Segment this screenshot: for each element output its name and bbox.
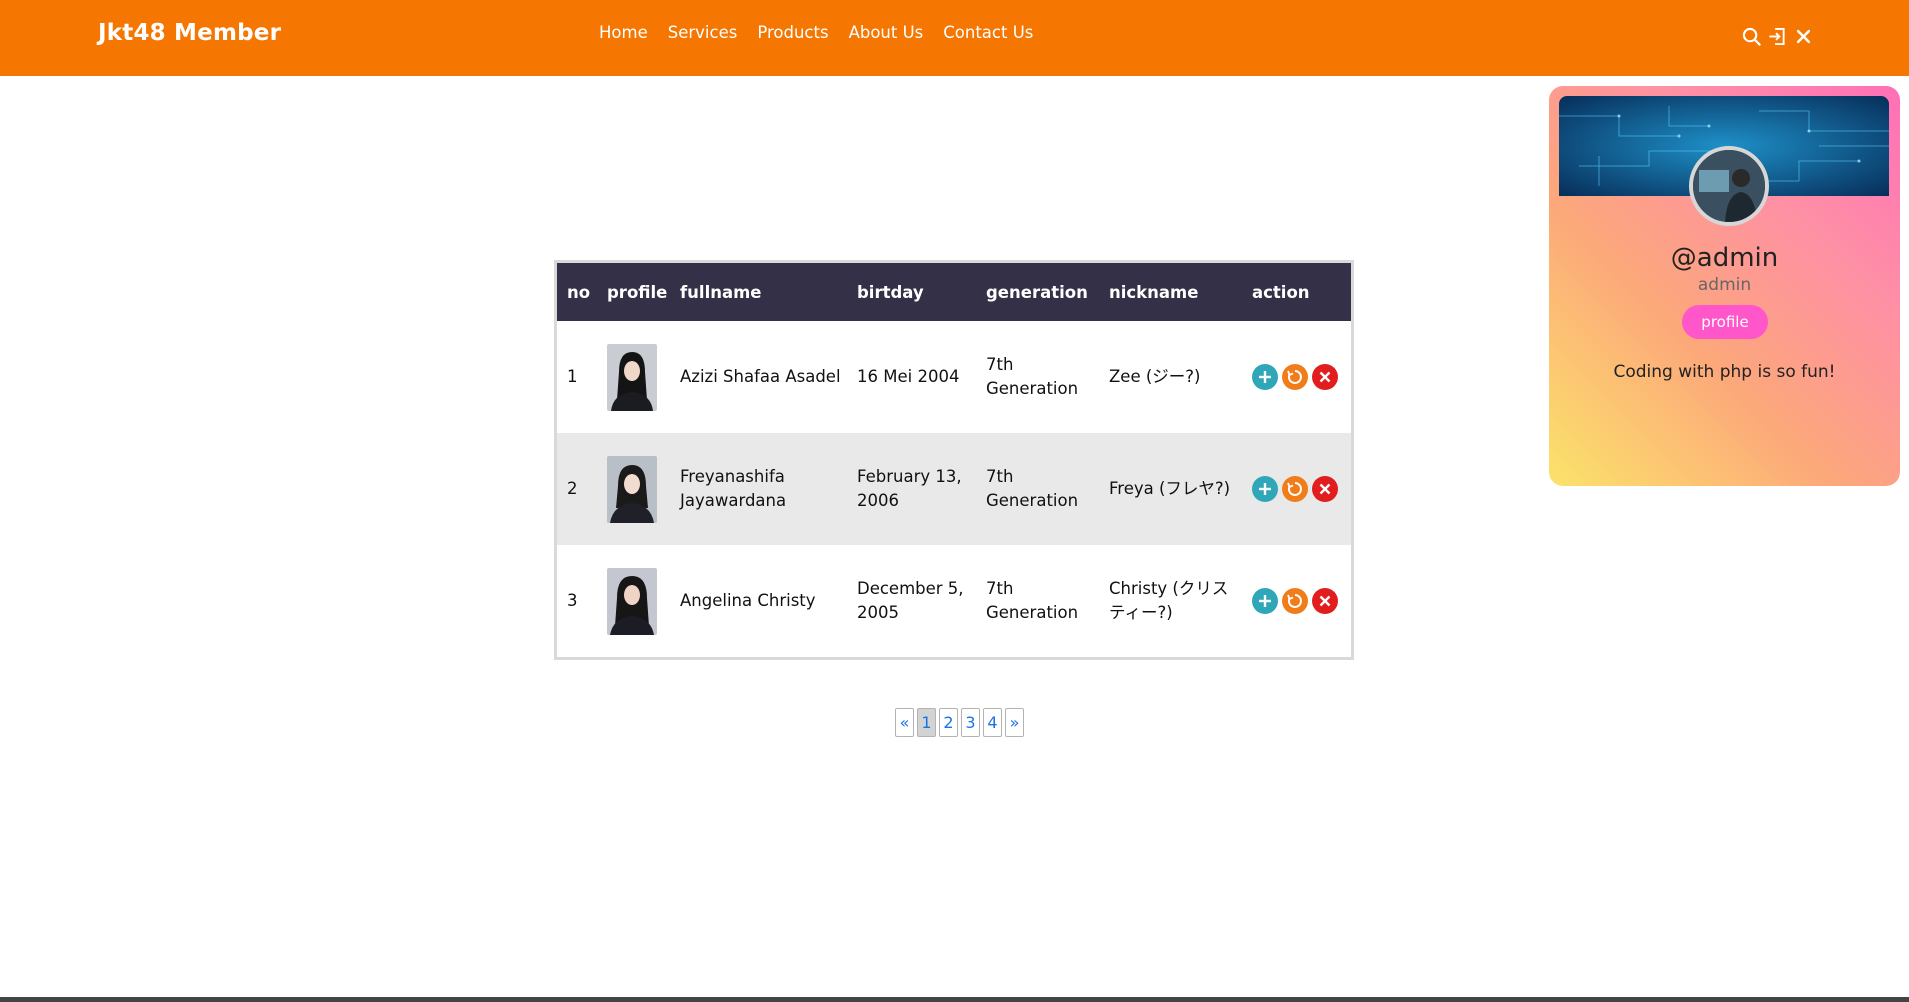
top-navbar: Jkt48 Member Home Services Products Abou… — [0, 0, 1909, 76]
edit-icon[interactable] — [1282, 364, 1308, 390]
header-generation: generation — [986, 282, 1088, 302]
cell-profile — [597, 545, 670, 657]
profile-bio: Coding with php is so fun! — [1613, 362, 1836, 382]
pagination-page-4[interactable]: 4 — [983, 708, 1002, 737]
nav-icons — [1741, 25, 1813, 47]
table-row: 2 Freyanashifa Jayawardana February 13, … — [557, 433, 1351, 545]
profile-button[interactable]: profile — [1682, 305, 1768, 339]
add-icon[interactable] — [1252, 476, 1278, 502]
nav-link-contact-us[interactable]: Contact Us — [943, 23, 1033, 42]
cell-nickname: Freya (フレヤ?) — [1109, 479, 1231, 498]
cell-nickname: Zee (ジー?) — [1109, 367, 1201, 386]
action-buttons — [1252, 364, 1351, 390]
cell-generation: 7th Generation — [986, 355, 1079, 398]
member-table: no profile fullname birtday generation n… — [557, 263, 1351, 657]
cell-no: 3 — [567, 591, 578, 610]
cell-no: 1 — [567, 367, 578, 386]
table-row: 3 Angelina Christy December 5, 2005 7th … — [557, 545, 1351, 657]
cell-no: 2 — [567, 479, 578, 498]
delete-icon[interactable] — [1312, 364, 1338, 390]
cell-nickname: Christy (クリスティー?) — [1109, 579, 1229, 622]
nav-link-home[interactable]: Home — [599, 23, 648, 42]
delete-icon[interactable] — [1312, 476, 1338, 502]
cell-generation: 7th Generation — [986, 467, 1079, 510]
profile-role: admin — [1697, 275, 1752, 295]
member-table-container: no profile fullname birtday generation n… — [554, 260, 1354, 660]
cell-action — [1242, 545, 1351, 657]
pagination-page-2[interactable]: 2 — [939, 708, 958, 737]
table-row: 1 Azizi Shafaa Asadel 16 Mei 2004 7th Ge… — [557, 321, 1351, 433]
pagination-page-1[interactable]: 1 — [917, 708, 936, 737]
nav-link-about-us[interactable]: About Us — [849, 23, 924, 42]
profile-username: @admin — [1670, 243, 1779, 273]
cell-generation: 7th Generation — [986, 579, 1079, 622]
action-buttons — [1252, 588, 1351, 614]
header-no: no — [567, 282, 591, 302]
header-fullname: fullname — [680, 282, 762, 302]
pagination-next[interactable]: » — [1005, 708, 1024, 737]
login-icon[interactable] — [1767, 25, 1787, 47]
member-photo — [607, 567, 657, 635]
close-icon[interactable] — [1793, 25, 1813, 47]
header-action: action — [1252, 282, 1310, 302]
header-profile: profile — [607, 282, 668, 302]
edit-icon[interactable] — [1282, 476, 1308, 502]
brand-logo[interactable]: Jkt48 Member — [98, 20, 281, 46]
nav-links: Home Services Products About Us Contact … — [599, 23, 1033, 42]
search-icon[interactable] — [1741, 25, 1761, 47]
cell-fullname: Azizi Shafaa Asadel — [680, 367, 841, 386]
pagination-prev[interactable]: « — [895, 708, 914, 737]
add-icon[interactable] — [1252, 364, 1278, 390]
member-photo — [607, 343, 657, 411]
table-header-row: no profile fullname birtday generation n… — [557, 263, 1351, 321]
bottom-border — [0, 997, 1909, 1002]
cell-profile — [597, 321, 670, 433]
edit-icon[interactable] — [1282, 588, 1308, 614]
pagination: « 1 2 3 4 » — [895, 708, 1024, 737]
cell-fullname: Angelina Christy — [680, 591, 816, 610]
member-photo — [607, 455, 657, 523]
cell-birthday: February 13, 2006 — [857, 467, 962, 510]
add-icon[interactable] — [1252, 588, 1278, 614]
delete-icon[interactable] — [1312, 588, 1338, 614]
avatar[interactable] — [1689, 146, 1769, 226]
cell-birthday: 16 Mei 2004 — [857, 367, 960, 386]
nav-link-products[interactable]: Products — [757, 23, 828, 42]
cell-birthday: December 5, 2005 — [857, 579, 964, 622]
cell-profile — [597, 433, 670, 545]
cell-action — [1242, 321, 1351, 433]
nav-link-services[interactable]: Services — [668, 23, 738, 42]
header-birthday: birtday — [857, 282, 924, 302]
cell-action — [1242, 433, 1351, 545]
cell-fullname: Freyanashifa Jayawardana — [680, 467, 787, 510]
action-buttons — [1252, 476, 1351, 502]
header-nickname: nickname — [1109, 282, 1199, 302]
profile-card: @admin admin profile Coding with php is … — [1549, 86, 1900, 486]
pagination-page-3[interactable]: 3 — [961, 708, 980, 737]
